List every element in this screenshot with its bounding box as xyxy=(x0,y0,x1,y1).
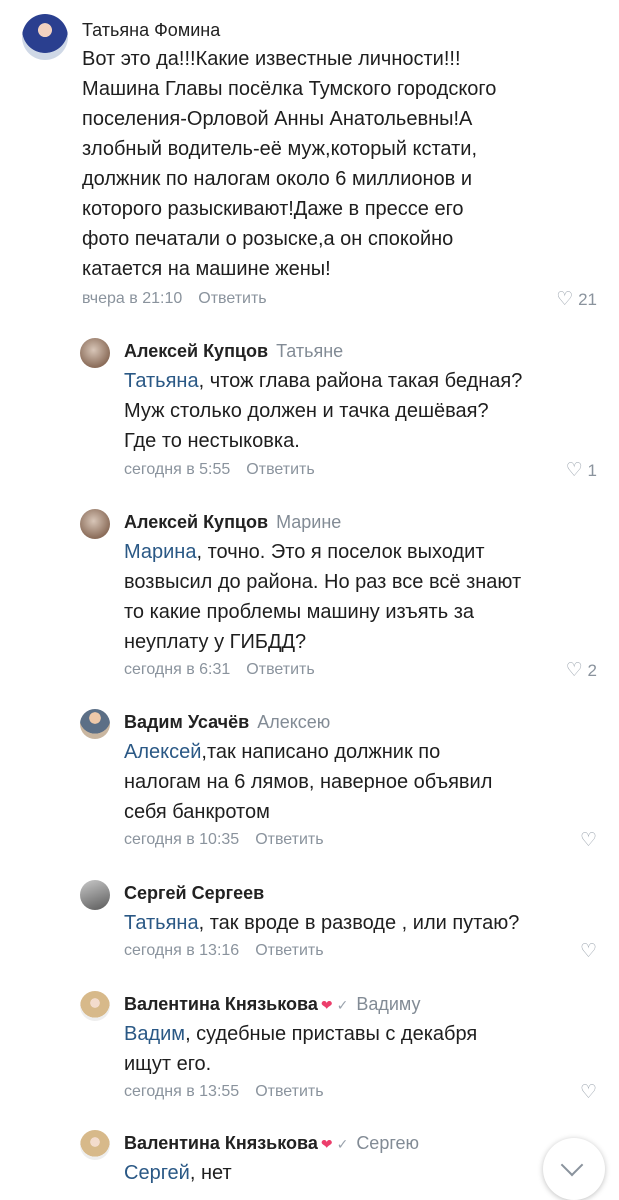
comment-body: , так вроде в разводе , или путаю? xyxy=(198,912,520,934)
like-count: 2 xyxy=(587,661,597,680)
heart-icon: ♡ xyxy=(579,1082,597,1103)
reply-to-link[interactable]: Вадиму xyxy=(356,994,420,1014)
reply-button[interactable]: Ответить xyxy=(246,461,314,478)
check-icon: ✓ xyxy=(336,1136,349,1152)
mention-link[interactable]: Татьяна xyxy=(124,370,199,392)
comment-time: сегодня в 13:16 xyxy=(124,942,240,959)
author-name: Алексей Купцов xyxy=(124,512,269,532)
author-name: Алексей Купцов xyxy=(124,341,269,361)
comment-text: Татьяна, так вроде в разводе , или путаю… xyxy=(124,908,609,938)
check-icon: ✓ xyxy=(336,997,349,1013)
author-name: Вадим Усачёв xyxy=(124,712,250,732)
author-name: Валентина Князькова xyxy=(124,1133,318,1153)
comment-author[interactable]: Татьяна Фомина xyxy=(82,20,220,41)
like-count: 21 xyxy=(578,290,597,309)
comment-meta: вчера в 21:10 Ответить xyxy=(82,290,267,308)
comment-text: Алексей,так написано должник по налогам … xyxy=(124,737,609,827)
like-button[interactable]: ♡ xyxy=(580,829,597,852)
comment-meta: сегодня в 6:31 Ответить xyxy=(124,661,315,679)
avatar[interactable] xyxy=(80,509,110,539)
reply-to-link[interactable]: Сергею xyxy=(356,1133,419,1153)
like-button[interactable]: ♡ 2 xyxy=(566,659,597,682)
comment-author[interactable]: Вадим Усачёв Алексею xyxy=(124,712,330,733)
heart-icon: ♡ xyxy=(556,289,574,310)
comment-author[interactable]: Алексей Купцов Татьяне xyxy=(124,341,343,362)
heart-icon: ♡ xyxy=(579,830,597,851)
comment-time: вчера в 21:10 xyxy=(82,290,183,307)
like-button[interactable]: ♡ 1 xyxy=(566,459,597,482)
avatar[interactable] xyxy=(80,338,110,368)
mention-link[interactable]: Татьяна xyxy=(124,912,199,934)
reply-to-link[interactable]: Татьяне xyxy=(276,341,343,361)
comment-meta: сегодня в 13:16 Ответить xyxy=(124,942,324,960)
heart-badge-icon: ❤ xyxy=(320,1136,333,1152)
mention-link[interactable]: Алексей xyxy=(124,741,201,763)
comment-time: сегодня в 13:55 xyxy=(124,1083,240,1100)
comment-time: сегодня в 10:35 xyxy=(124,831,240,848)
comment-time: сегодня в 5:55 xyxy=(124,461,231,478)
comment-author[interactable]: Валентина Князькова ❤ ✓ Сергею xyxy=(124,1133,419,1154)
reply-to-link[interactable]: Алексею xyxy=(257,712,330,732)
reply-button[interactable]: Ответить xyxy=(198,290,266,307)
like-button[interactable]: ♡ xyxy=(580,940,597,963)
avatar[interactable] xyxy=(80,880,110,910)
avatar[interactable] xyxy=(80,991,110,1021)
comment-text: Вадим, судебные приставы с декабря ищут … xyxy=(124,1019,609,1079)
heart-icon: ♡ xyxy=(579,941,597,962)
reply-to-link[interactable]: Марине xyxy=(276,512,341,532)
comment-text: Сергей, нет xyxy=(124,1158,524,1188)
reply-button[interactable]: Ответить xyxy=(255,1083,323,1100)
author-name: Сергей Сергеев xyxy=(124,883,265,903)
like-button[interactable]: ♡ 21 xyxy=(556,288,597,311)
comment-author[interactable]: Алексей Купцов Марине xyxy=(124,512,341,533)
avatar[interactable] xyxy=(80,709,110,739)
comment-text: Вот это да!!!Какие известные личности!!!… xyxy=(82,48,497,280)
mention-link[interactable]: Марина xyxy=(124,541,196,563)
scroll-down-button[interactable] xyxy=(543,1138,605,1200)
like-count: 1 xyxy=(587,461,597,480)
author-name: Валентина Князькова xyxy=(124,994,318,1014)
chevron-down-icon xyxy=(560,1153,584,1177)
avatar[interactable] xyxy=(80,1130,110,1160)
comment-text: Марина, точно. Это я поселок выходит воз… xyxy=(124,537,609,657)
like-button[interactable]: ♡ xyxy=(580,1081,597,1104)
comment-text: Татьяна, чтож глава района такая бедная?… xyxy=(124,366,609,456)
reply-button[interactable]: Ответить xyxy=(255,942,323,959)
comment-author[interactable]: Валентина Князькова ❤ ✓ Вадиму xyxy=(124,994,420,1015)
comment-body: , нет xyxy=(189,1162,232,1184)
comment-meta: сегодня в 13:55 Ответить xyxy=(124,1083,324,1101)
heart-badge-icon: ❤ xyxy=(320,997,333,1013)
comment-author[interactable]: Сергей Сергеев xyxy=(124,883,264,904)
avatar[interactable] xyxy=(22,14,68,60)
comment-meta: сегодня в 10:35 Ответить xyxy=(124,831,324,849)
heart-icon: ♡ xyxy=(565,460,583,481)
mention-link[interactable]: Вадим xyxy=(124,1023,185,1045)
heart-icon: ♡ xyxy=(565,660,583,681)
comment-time: сегодня в 6:31 xyxy=(124,661,231,678)
reply-button[interactable]: Ответить xyxy=(255,831,323,848)
reply-button[interactable]: Ответить xyxy=(246,661,314,678)
comment-meta: сегодня в 5:55 Ответить xyxy=(124,461,315,479)
mention-link[interactable]: Сергей xyxy=(124,1162,190,1184)
